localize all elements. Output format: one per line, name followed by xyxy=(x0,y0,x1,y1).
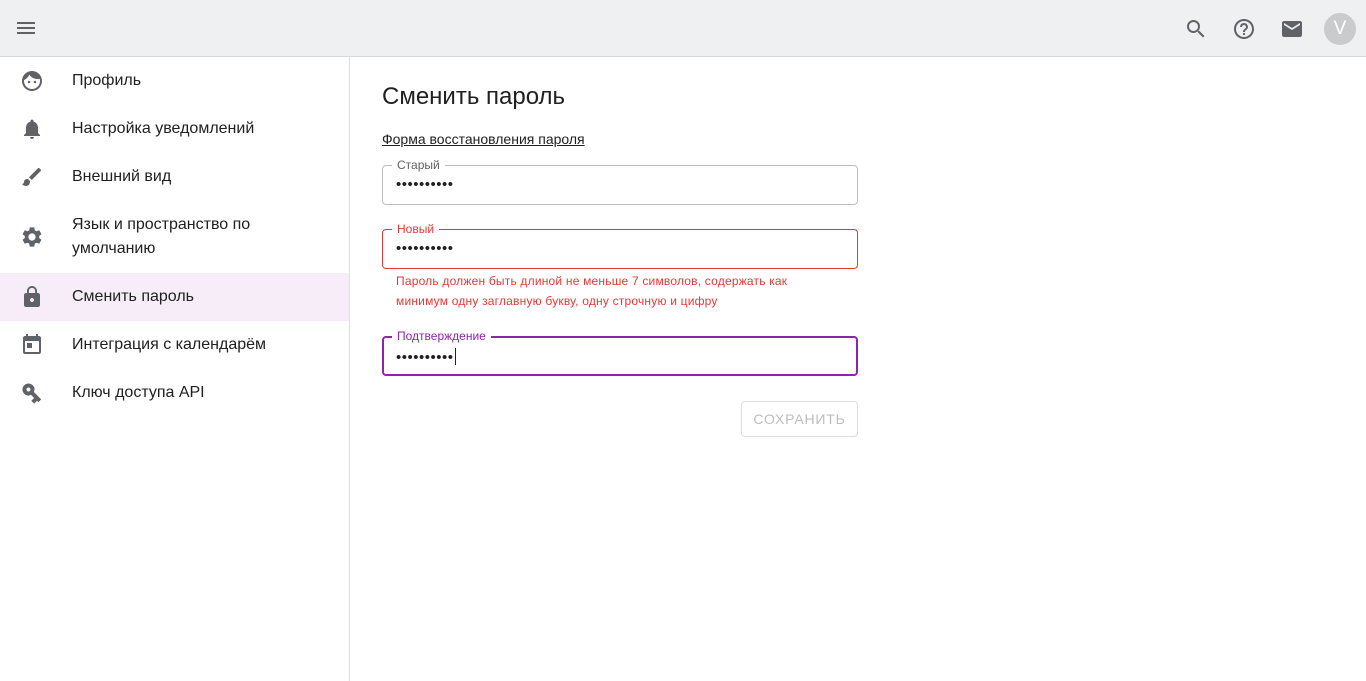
confirm-password-label: Подтверждение xyxy=(392,329,491,343)
avatar-letter: V xyxy=(1333,17,1347,39)
password-reset-link[interactable]: Форма восстановления пароля xyxy=(382,130,585,148)
bell-icon xyxy=(20,117,44,141)
sidebar-item-label: Настройка уведомлений xyxy=(72,120,255,137)
settings-sidebar: Профиль Настройка уведомлений Внешний ви… xyxy=(0,57,350,681)
sidebar-item-label: Ключ доступа API xyxy=(72,384,205,401)
sidebar-item-api-key[interactable]: Ключ доступа API xyxy=(0,369,349,417)
confirm-password-value: •••••••••• xyxy=(396,349,454,366)
confirm-password-field[interactable]: Подтверждение •••••••••• xyxy=(382,329,858,376)
search-icon[interactable] xyxy=(1179,12,1212,45)
top-app-bar: V xyxy=(0,0,1366,57)
save-button[interactable]: СОХРАНИТЬ xyxy=(741,401,858,437)
change-password-panel: Сменить пароль Форма восстановления паро… xyxy=(350,57,1366,681)
sidebar-item-notifications[interactable]: Настройка уведомлений xyxy=(0,105,349,153)
new-password-field[interactable]: Новый •••••••••• xyxy=(382,222,858,269)
sidebar-item-label: Профиль xyxy=(72,72,142,89)
old-password-field[interactable]: Старый •••••••••• xyxy=(382,158,858,205)
new-password-value: •••••••••• xyxy=(396,240,454,257)
new-password-error-text: Пароль должен быть длиной не меньше 7 си… xyxy=(396,274,788,308)
sidebar-item-label: Внешний вид xyxy=(72,168,172,185)
sidebar-item-label: Интеграция с календарём xyxy=(72,336,267,353)
key-icon xyxy=(20,381,44,405)
page-title: Сменить пароль xyxy=(382,83,566,110)
sidebar-item-change-password[interactable]: Сменить пароль xyxy=(0,273,349,321)
old-password-label: Старый xyxy=(392,158,445,172)
avatar[interactable]: V xyxy=(1324,12,1356,45)
header-actions: V xyxy=(1164,12,1356,45)
sidebar-item-appearance[interactable]: Внешний вид xyxy=(0,153,349,201)
old-password-value: •••••••••• xyxy=(396,176,454,193)
gear-icon xyxy=(20,225,44,249)
sidebar-item-label: Язык и пространство по умолчанию xyxy=(72,216,251,257)
confirm-password-value-wrap: •••••••••• xyxy=(396,348,456,366)
face-icon xyxy=(20,69,44,93)
text-cursor xyxy=(454,348,456,365)
brush-icon xyxy=(20,165,44,189)
sidebar-item-profile[interactable]: Профиль xyxy=(0,57,349,105)
sidebar-item-label: Сменить пароль xyxy=(72,288,195,305)
lock-icon xyxy=(20,285,44,309)
menu-icon[interactable] xyxy=(10,12,42,44)
sidebar-item-calendar[interactable]: Интеграция с календарём xyxy=(0,321,349,369)
sidebar-item-language[interactable]: Язык и пространство по умолчанию xyxy=(0,201,349,273)
calendar-icon xyxy=(20,333,44,357)
help-icon[interactable] xyxy=(1227,12,1260,45)
new-password-label: Новый xyxy=(392,222,440,236)
mail-icon[interactable] xyxy=(1275,12,1308,45)
